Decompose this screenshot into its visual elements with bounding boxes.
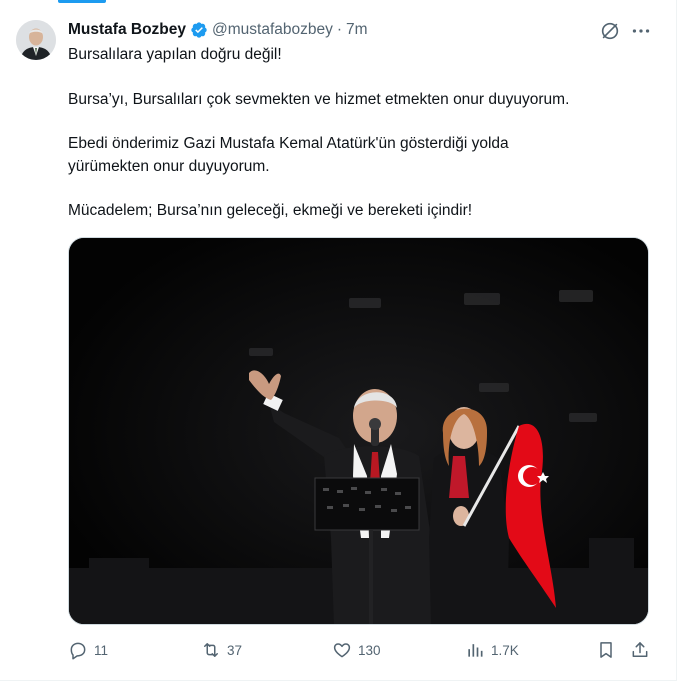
tweet-line: Bursalılara yapılan doğru değil! [68,46,282,63]
views-button[interactable]: 1.7K [465,638,519,662]
tweet-photo[interactable] [68,237,649,625]
timestamp[interactable]: 7m [346,21,368,39]
avatar[interactable] [16,20,56,60]
reply-count: 11 [94,642,109,658]
repost-button[interactable]: 37 [201,638,242,662]
like-icon [333,643,351,658]
author-handle[interactable]: @mustafabozbey [212,21,333,39]
bookmark-icon [600,642,612,658]
views-count: 1.7K [491,642,519,658]
repost-count: 37 [227,642,243,658]
like-count: 130 [358,642,381,658]
reply-icon [70,642,86,660]
tweet-header: Mustafa Bozbey @mustafabozbey · 7m [68,19,368,41]
tweet-line: yürümekten onur duyuyorum. [68,157,270,175]
action-bar: 11 37 130 1.7K [68,638,653,662]
share-button[interactable] [630,638,650,662]
grok-icon[interactable] [599,20,621,42]
like-button[interactable]: 130 [332,638,381,662]
tweet-line: Ebedi önderimiz Gazi Mustafa Kemal Atatü… [68,135,509,152]
tweet-line: Bursa’yı, Bursalıları çok sevmekten ve h… [68,90,570,108]
repost-icon [204,643,218,657]
tab-indicator [58,0,106,3]
verified-badge-icon[interactable] [190,21,208,39]
share-icon [632,642,648,657]
tweet-line: Mücadelem; Bursa’nın geleceği, ekmeği ve… [68,202,473,219]
more-icon[interactable] [630,21,652,41]
bookmark-button[interactable] [596,638,616,662]
reply-button[interactable]: 11 [68,638,108,662]
views-icon [468,644,483,657]
tweet-text: Bursalılara yapılan doğru değil! Bursa’y… [68,44,658,223]
separator: · [336,21,343,38]
author-name[interactable]: Mustafa Bozbey [68,21,186,39]
